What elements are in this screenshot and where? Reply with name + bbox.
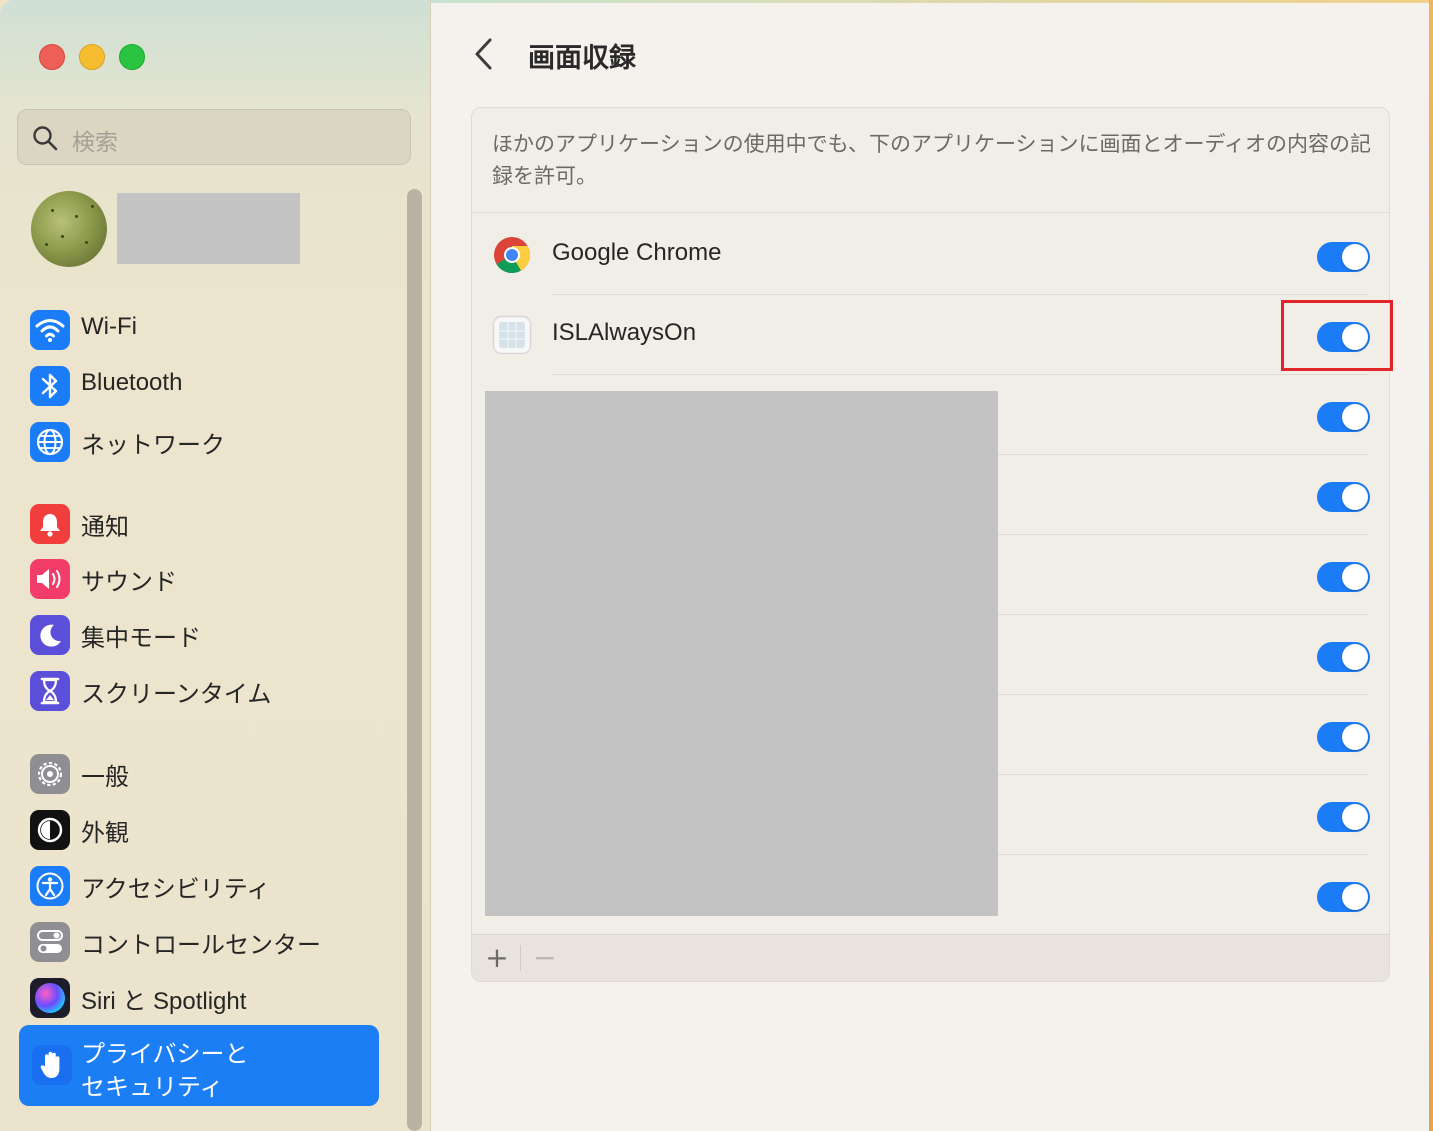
gear-icon: [30, 754, 70, 794]
divider: [998, 614, 1369, 615]
toggle-knob: [1342, 884, 1368, 910]
sidebar-item-wifi[interactable]: Wi-Fi: [20, 304, 378, 354]
sidebar-item-label: Wi-Fi: [81, 313, 137, 340]
toggle-knob: [1342, 564, 1368, 590]
sidebar-item-label: サウンド: [81, 569, 177, 596]
toggle-knob: [1342, 724, 1368, 750]
accessibility-icon: [30, 866, 70, 906]
sidebar-item-label: 外観: [81, 820, 129, 847]
appearance-icon: [30, 810, 70, 850]
divider: [998, 854, 1369, 855]
sidebar-item-general[interactable]: 一般: [20, 748, 378, 798]
search-placeholder: 検索: [72, 130, 118, 156]
divider: [998, 694, 1369, 695]
redacted-app-toggle-7[interactable]: [1317, 882, 1370, 912]
chevron-left-icon: [475, 38, 492, 70]
search-field[interactable]: 検索: [17, 109, 411, 165]
user-avatar[interactable]: [31, 191, 107, 267]
sidebar-item-label-line2: セキュリティ: [81, 1074, 224, 1101]
window-right-edge: [1429, 0, 1433, 1131]
moon-icon: [30, 615, 70, 655]
sidebar-item-label: ネットワーク: [81, 432, 225, 459]
sidebar-item-label: 集中モード: [81, 625, 201, 652]
sidebar-item-screen-time[interactable]: スクリーンタイム: [20, 665, 378, 715]
panel-footer: + −: [472, 934, 1389, 981]
chrome-icon: [492, 235, 532, 275]
screen-recording-panel: ほかのアプリケーションの使用中でも、下のアプリケーションに画面とオーディオの内容…: [471, 107, 1390, 982]
speaker-icon: [30, 559, 70, 599]
sidebar-item-control-center[interactable]: コントロールセンター: [20, 916, 378, 966]
app-name: Google Chrome: [552, 239, 722, 266]
toggle-knob: [1342, 484, 1368, 510]
divider: [998, 774, 1369, 775]
toggle-knob: [1342, 244, 1368, 270]
sidebar-item-appearance[interactable]: 外観: [20, 804, 378, 854]
globe-icon: [30, 422, 70, 462]
siri-icon: [30, 978, 70, 1018]
redacted-app-list: [485, 391, 998, 916]
app-row-islalwayson: ISLAlwaysOn: [472, 295, 1389, 375]
divider: [998, 534, 1369, 535]
app-row-google-chrome: Google Chrome: [472, 215, 1389, 295]
back-button[interactable]: [470, 36, 500, 72]
sidebar-item-bluetooth[interactable]: Bluetooth: [20, 360, 378, 410]
redacted-app-toggle-1[interactable]: [1317, 402, 1370, 432]
sidebar: 検索 Wi-Fi Bluetooth ネットワーク 通知 サウンド 集中モード …: [0, 0, 431, 1131]
toggle-knob: [1342, 804, 1368, 830]
sidebar-item-focus[interactable]: 集中モード: [20, 609, 378, 659]
sidebar-item-privacy-security[interactable]: プライバシーと セキュリティ: [19, 1025, 379, 1106]
sidebar-scrollbar[interactable]: [407, 189, 422, 1131]
google-chrome-toggle[interactable]: [1317, 242, 1370, 272]
bell-icon: [30, 504, 70, 544]
sidebar-item-label-line1: プライバシーと: [81, 1041, 249, 1068]
system-settings-window: 検索 Wi-Fi Bluetooth ネットワーク 通知 サウンド 集中モード …: [0, 0, 1433, 1131]
divider: [472, 212, 1389, 213]
hand-icon: [32, 1045, 72, 1085]
sidebar-item-label: コントロールセンター: [81, 932, 321, 959]
sidebar-item-notifications[interactable]: 通知: [20, 498, 378, 548]
divider: [552, 374, 1369, 375]
divider: [520, 945, 521, 971]
search-icon: [33, 126, 58, 151]
wifi-icon: [30, 310, 70, 350]
sidebar-item-siri-spotlight[interactable]: Siri と Spotlight: [20, 972, 378, 1022]
toggle-knob: [1342, 404, 1368, 430]
page-title: 画面収録: [528, 43, 636, 74]
redacted-app-toggle-3[interactable]: [1317, 562, 1370, 592]
sidebar-item-accessibility[interactable]: アクセシビリティ: [20, 860, 378, 910]
close-window-button[interactable]: [39, 44, 65, 70]
redacted-app-toggle-5[interactable]: [1317, 722, 1370, 752]
highlight-annotation-box: [1281, 300, 1393, 371]
redacted-app-toggle-6[interactable]: [1317, 802, 1370, 832]
sidebar-item-label: Bluetooth: [81, 369, 183, 396]
redacted-account-name[interactable]: [117, 193, 300, 264]
sidebar-item-label: 通知: [81, 514, 129, 541]
toggle-knob: [1342, 644, 1368, 670]
sidebar-item-label: 一般: [81, 764, 129, 791]
sidebar-item-sound[interactable]: サウンド: [20, 553, 378, 603]
redacted-app-toggle-2[interactable]: [1317, 482, 1370, 512]
panel-description: ほかのアプリケーションの使用中でも、下のアプリケーションに画面とオーディオの内容…: [492, 132, 1372, 188]
islalwayson-icon: [492, 315, 532, 355]
add-app-button[interactable]: +: [484, 943, 510, 973]
redacted-app-toggle-4[interactable]: [1317, 642, 1370, 672]
minimize-window-button[interactable]: [79, 44, 105, 70]
remove-app-button[interactable]: −: [532, 943, 558, 973]
bluetooth-icon: [30, 366, 70, 406]
zoom-window-button[interactable]: [119, 44, 145, 70]
window-top-edge: [431, 0, 1433, 3]
sidebar-item-label: アクセシビリティ: [81, 876, 271, 903]
hourglass-icon: [30, 671, 70, 711]
switches-icon: [30, 922, 70, 962]
divider: [998, 454, 1369, 455]
app-name: ISLAlwaysOn: [552, 319, 697, 346]
sidebar-item-label: スクリーンタイム: [81, 681, 272, 708]
sidebar-item-label: Siri と Spotlight: [81, 988, 247, 1015]
sidebar-item-network[interactable]: ネットワーク: [20, 416, 378, 466]
